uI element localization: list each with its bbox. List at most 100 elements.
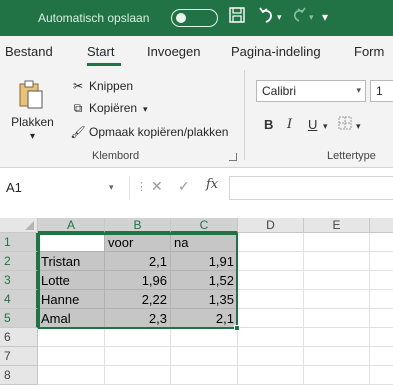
tab-bestand[interactable]: Bestand	[5, 44, 53, 59]
cell-d2[interactable]	[238, 252, 304, 271]
formula-input[interactable]	[229, 176, 393, 200]
column-header-e[interactable]: E	[304, 218, 370, 233]
undo-dropdown-icon[interactable]: ▾	[277, 6, 282, 28]
column-header-a[interactable]: A	[38, 218, 105, 233]
fill-handle[interactable]	[234, 325, 240, 331]
redo-icon[interactable]	[290, 6, 308, 30]
column-header-b[interactable]: B	[105, 218, 171, 233]
row-header-2[interactable]: 2	[0, 252, 38, 271]
row-header-1[interactable]: 1	[0, 233, 38, 252]
row-header-4[interactable]: 4	[0, 290, 38, 309]
cell-e6[interactable]	[304, 328, 370, 347]
cell-c3[interactable]: 1,52	[171, 271, 238, 290]
cancel-icon[interactable]: ✕	[151, 178, 163, 195]
cell-c2[interactable]: 1,91	[171, 252, 238, 271]
cell-a8[interactable]	[38, 366, 105, 385]
cell-f4[interactable]	[370, 290, 393, 309]
cell-c4[interactable]: 1,35	[171, 290, 238, 309]
cell-b6[interactable]	[105, 328, 171, 347]
cell-d3[interactable]	[238, 271, 304, 290]
column-header-c[interactable]: C	[171, 218, 238, 233]
cell-c5[interactable]: 2,1	[171, 309, 238, 328]
underline-dropdown-icon[interactable]: ▾	[323, 121, 328, 132]
dialog-launcher-icon[interactable]	[229, 153, 237, 161]
cell-e4[interactable]	[304, 290, 370, 309]
row-header-5[interactable]: 5	[0, 309, 38, 328]
chevron-down-icon[interactable]: ▾	[109, 182, 114, 193]
tab-invoegen[interactable]: Invoegen	[147, 44, 201, 59]
chevron-down-icon[interactable]: ▾	[143, 104, 148, 114]
bold-button[interactable]: B	[264, 117, 273, 132]
paste-button[interactable]: Plakken ▾	[5, 75, 60, 157]
cell-e7[interactable]	[304, 347, 370, 366]
cell-a2[interactable]: Tristan	[38, 252, 105, 271]
chevron-down-icon[interactable]: ▾	[356, 85, 361, 96]
autosave-toggle[interactable]	[171, 9, 218, 27]
cell-f6[interactable]	[370, 328, 393, 347]
tab-formules[interactable]: Form	[354, 44, 384, 59]
column-header-f[interactable]	[370, 218, 393, 233]
cell-a5[interactable]: Amal	[38, 309, 105, 328]
undo-icon[interactable]	[257, 6, 277, 32]
cell-f5[interactable]	[370, 309, 393, 328]
cell-d8[interactable]	[238, 366, 304, 385]
chevron-down-icon[interactable]: ▾	[5, 131, 60, 142]
cell-b1[interactable]: voor	[105, 233, 171, 252]
cell-c7[interactable]	[171, 347, 238, 366]
italic-button[interactable]: I	[287, 117, 292, 132]
cell-e8[interactable]	[304, 366, 370, 385]
cell-c1[interactable]: na	[171, 233, 238, 252]
underline-button[interactable]: U	[308, 117, 317, 132]
cell-c8[interactable]	[171, 366, 238, 385]
cell-f3[interactable]	[370, 271, 393, 290]
borders-dropdown-icon[interactable]: ▾	[356, 121, 361, 132]
cell-b7[interactable]	[105, 347, 171, 366]
cell-f8[interactable]	[370, 366, 393, 385]
cell-b2[interactable]: 2,1	[105, 252, 171, 271]
tab-pagina-indeling[interactable]: Pagina-indeling	[231, 44, 321, 59]
cell-b3[interactable]: 1,96	[105, 271, 171, 290]
cell-a4[interactable]: Hanne	[38, 290, 105, 309]
redo-dropdown-icon[interactable]: ▾	[309, 6, 314, 28]
insert-function-button[interactable]: fx	[206, 177, 218, 192]
cell-e3[interactable]	[304, 271, 370, 290]
cut-button[interactable]: ✂ Knippen	[70, 79, 133, 93]
cell-b5[interactable]: 2,3	[105, 309, 171, 328]
cell-c6[interactable]	[171, 328, 238, 347]
row-header-3[interactable]: 3	[0, 271, 38, 290]
cell-d4[interactable]	[238, 290, 304, 309]
cell-e1[interactable]	[304, 233, 370, 252]
cell-b8[interactable]	[105, 366, 171, 385]
font-size-select[interactable]: 1	[370, 80, 393, 102]
name-box[interactable]: A1 ▾	[0, 176, 130, 200]
cell-f2[interactable]	[370, 252, 393, 271]
group-separator	[244, 70, 245, 160]
cell-a6[interactable]	[38, 328, 105, 347]
row-header-7[interactable]: 7	[0, 347, 38, 366]
cell-b4[interactable]: 2,22	[105, 290, 171, 309]
borders-icon[interactable]	[338, 116, 352, 133]
cell-e2[interactable]	[304, 252, 370, 271]
row-header-6[interactable]: 6	[0, 328, 38, 347]
cell-f7[interactable]	[370, 347, 393, 366]
clipboard-group-label: Klembord	[92, 150, 140, 162]
cell-a7[interactable]	[38, 347, 105, 366]
format-painter-button[interactable]: 🖌 Opmaak kopiëren/plakken	[70, 125, 228, 139]
customize-qat-icon[interactable]: ▾	[322, 6, 328, 28]
cell-d5[interactable]	[238, 309, 304, 328]
cell-d1[interactable]	[238, 233, 304, 252]
cell-d6[interactable]	[238, 328, 304, 347]
cell-e5[interactable]	[304, 309, 370, 328]
select-all-button[interactable]	[0, 218, 38, 233]
copy-button[interactable]: ⧉ Kopiëren ▾	[70, 101, 148, 116]
row-header-8[interactable]: 8	[0, 366, 38, 385]
tab-start[interactable]: Start	[87, 44, 114, 59]
cell-d7[interactable]	[238, 347, 304, 366]
cell-a3[interactable]: Lotte	[38, 271, 105, 290]
enter-check-icon[interactable]: ✓	[178, 178, 190, 195]
cell-f1[interactable]	[370, 233, 393, 252]
cell-a1[interactable]	[38, 233, 105, 252]
font-name-select[interactable]: Calibri ▾	[256, 80, 366, 102]
column-header-d[interactable]: D	[238, 218, 304, 233]
save-icon[interactable]	[228, 6, 246, 30]
